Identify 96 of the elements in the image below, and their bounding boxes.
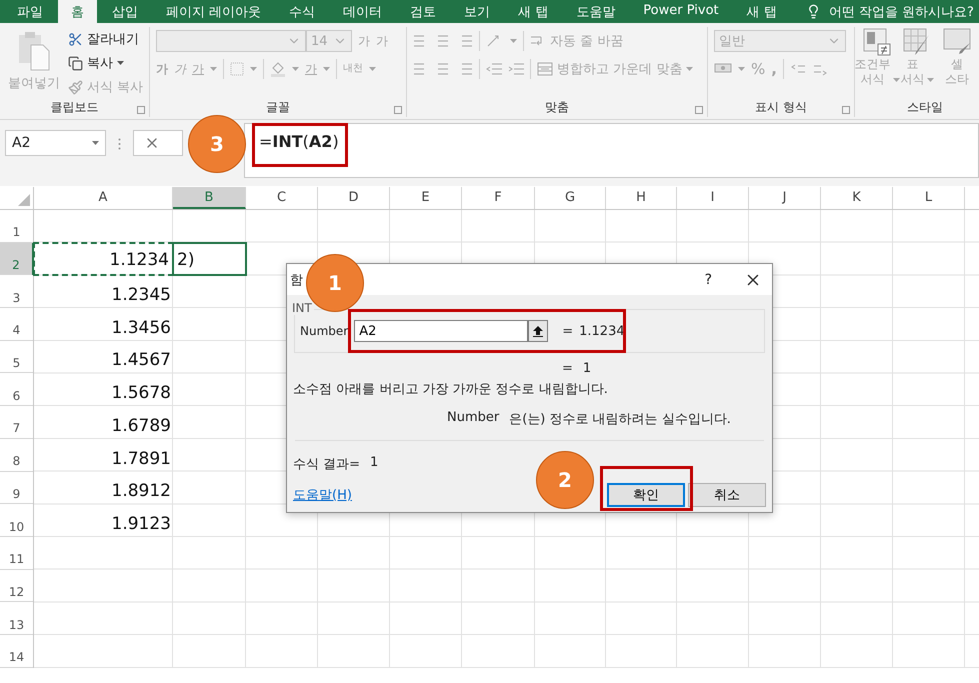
paintbrush-icon xyxy=(68,80,83,94)
row-header[interactable]: 8 xyxy=(0,438,34,472)
ribbon-tab[interactable]: 수식 xyxy=(276,0,328,23)
dialog-button[interactable]: 확인 xyxy=(607,483,685,507)
equals-sign: = xyxy=(562,324,574,338)
formula-result-value: 1 xyxy=(370,455,378,472)
paste-icon[interactable] xyxy=(16,31,51,71)
argument-description: 은(는) 정수로 내림하려는 실수입니다. xyxy=(509,411,731,428)
ribbon-tab[interactable]: 새 탭 xyxy=(734,0,790,23)
ribbon-tab[interactable]: Power Pivot xyxy=(630,0,732,23)
cell-value: 1.3456 xyxy=(110,316,172,340)
copy-icon xyxy=(68,56,83,70)
ribbon-tab[interactable]: 삽입 xyxy=(99,0,151,23)
column-header[interactable]: B xyxy=(173,187,246,209)
group-label: 클립보드 xyxy=(50,99,100,116)
argument-name: Number xyxy=(447,410,500,427)
caret-icon xyxy=(116,61,124,65)
caret-icon xyxy=(926,78,934,82)
grip-icon xyxy=(118,138,121,150)
caret-icon xyxy=(369,67,376,71)
cell-value: 2) xyxy=(172,242,247,276)
caret-icon xyxy=(738,67,745,71)
row-header[interactable]: 10 xyxy=(0,504,34,537)
row-header[interactable]: 9 xyxy=(0,472,34,504)
function-description: 소수점 아래를 버리고 가장 가까운 정수로 내림합니다. xyxy=(292,381,609,398)
name-box[interactable]: A2 xyxy=(5,130,106,156)
ribbon-tab[interactable]: 데이터 xyxy=(330,0,396,23)
caret-icon xyxy=(250,67,257,71)
merge-icon xyxy=(537,62,553,76)
formula-result-label: 수식 결과= xyxy=(293,456,360,473)
caret-icon xyxy=(323,67,330,71)
ribbon-tab[interactable]: 검토 xyxy=(397,0,450,23)
help-button[interactable]: ? xyxy=(704,272,712,288)
select-all-icon[interactable] xyxy=(18,194,30,206)
row-header[interactable]: 4 xyxy=(0,308,34,341)
cell-value: 1.7891 xyxy=(110,448,172,470)
function-result: 1 xyxy=(582,361,592,376)
row-header[interactable]: 13 xyxy=(0,602,34,635)
argument-value: 1.1234 xyxy=(579,324,625,338)
caret-icon xyxy=(210,67,217,71)
tell-me-search[interactable]: 어떤 작업을 원하시나요? xyxy=(828,2,974,20)
row-header[interactable]: 12 xyxy=(0,570,34,602)
ribbon-tab[interactable]: 파일 xyxy=(4,0,56,23)
equals-sign: = xyxy=(562,361,573,376)
row-header[interactable]: 7 xyxy=(0,406,34,439)
cell-value: 1.8912 xyxy=(110,480,172,504)
launcher-icon[interactable] xyxy=(842,106,850,114)
fill-color-icon[interactable] xyxy=(270,61,286,77)
caret-icon xyxy=(292,67,299,71)
cell-value: 1.9123 xyxy=(110,512,172,536)
align-middle-icon[interactable] xyxy=(435,34,451,48)
caret-icon xyxy=(686,67,694,71)
ribbon-tab[interactable]: 홈 xyxy=(58,0,97,23)
argument-label: Number xyxy=(300,324,348,338)
group-label: 맞춤 xyxy=(544,99,570,116)
cell-value: 1.6789 xyxy=(110,414,172,438)
cut-button[interactable]: 잘라내기 xyxy=(68,27,143,51)
launcher-icon[interactable] xyxy=(394,106,402,114)
group-label: 표시 형식 xyxy=(754,99,808,116)
row-header[interactable]: 1 xyxy=(0,210,34,243)
ribbon-tab[interactable]: 도움말 xyxy=(563,0,628,23)
ribbon-tab[interactable]: 보기 xyxy=(451,0,504,23)
group-label: 스타일 xyxy=(906,99,944,116)
cell-value: 1.5678 xyxy=(110,382,172,406)
caret-icon xyxy=(892,78,900,82)
row-header[interactable]: 11 xyxy=(0,536,34,570)
cell-value: 1.1234 xyxy=(33,242,174,276)
caret-icon xyxy=(92,141,99,145)
row-header[interactable]: 6 xyxy=(0,373,34,406)
scissors-icon xyxy=(68,32,83,46)
collapse-button[interactable] xyxy=(528,320,548,342)
font-name-dropdown[interactable] xyxy=(156,30,306,52)
ribbon-tab[interactable]: 새 탭 xyxy=(505,0,562,23)
border-icon[interactable] xyxy=(230,62,244,76)
dialog-button[interactable]: 취소 xyxy=(688,483,766,507)
row-header[interactable]: 3 xyxy=(0,275,34,308)
row-header[interactable]: 2 xyxy=(0,242,34,276)
ribbon-tab[interactable]: 페이지 레이아웃 xyxy=(153,0,274,23)
align-center-icon[interactable] xyxy=(435,62,451,76)
formula-input[interactable]: =INT(A2) xyxy=(244,123,979,178)
cell-value: 1.2345 xyxy=(110,284,172,308)
decrease-indent-icon[interactable] xyxy=(486,62,502,76)
conditional-format-icon[interactable] xyxy=(862,27,892,57)
row-header[interactable]: 14 xyxy=(0,634,34,668)
argument-input[interactable]: A2 xyxy=(354,320,528,342)
group-label: 글꼴 xyxy=(265,99,291,116)
cell-value: 1.4567 xyxy=(110,349,172,372)
launcher-icon[interactable] xyxy=(695,106,703,114)
caret-icon xyxy=(510,39,517,43)
row-header[interactable]: 5 xyxy=(0,340,34,374)
cell-style-icon[interactable] xyxy=(942,27,972,57)
dialog-title: 함 xyxy=(290,272,303,288)
copy-button[interactable]: 복사 xyxy=(68,51,143,75)
launcher-icon[interactable] xyxy=(137,106,145,114)
up-arrow-icon xyxy=(533,326,544,336)
increase-indent-icon[interactable] xyxy=(508,62,524,76)
